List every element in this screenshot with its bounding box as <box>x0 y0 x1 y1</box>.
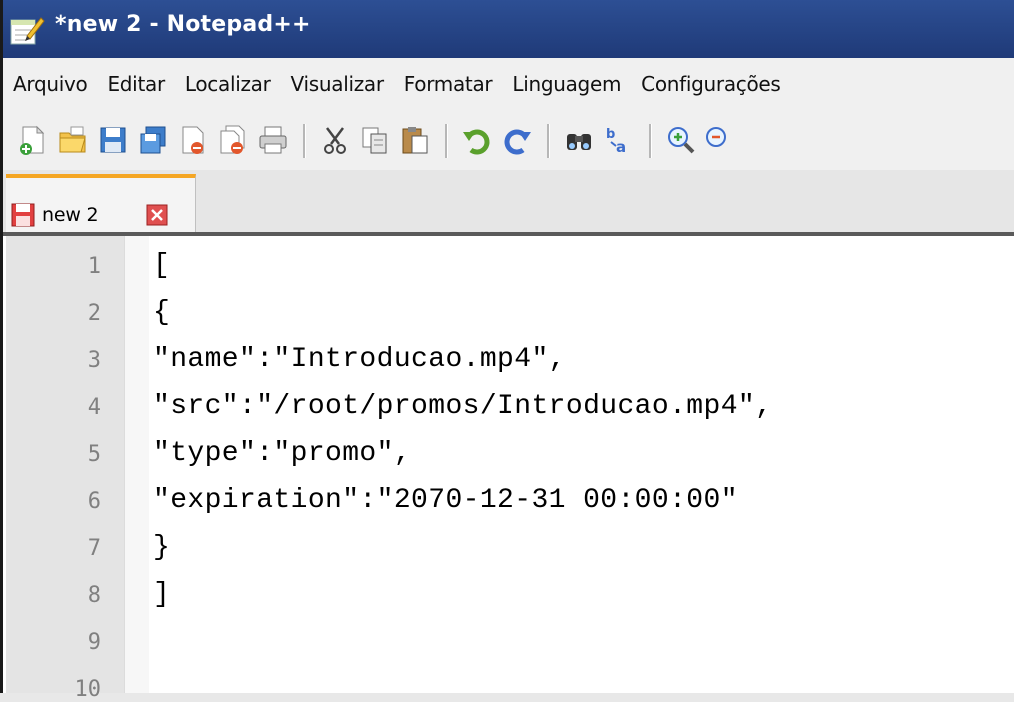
menu-formatar[interactable]: Formatar <box>394 72 503 96</box>
fold-margin[interactable] <box>124 236 149 693</box>
svg-text:a: a <box>616 138 626 156</box>
line-number: 9 <box>87 630 101 655</box>
zoom-in-icon[interactable] <box>665 124 697 156</box>
line-number: 4 <box>87 395 101 420</box>
tab-bar: new 2 <box>0 170 1014 236</box>
toolbar-separator <box>649 124 652 158</box>
line-number-gutter: 1 2 3 4 5 6 7 8 9 10 <box>6 236 124 702</box>
menu-editar[interactable]: Editar <box>97 72 174 96</box>
code-line[interactable]: ] <box>153 579 170 610</box>
line-number: 10 <box>74 677 102 702</box>
zoom-out-icon[interactable] <box>703 124 735 156</box>
tab-label: new 2 <box>42 204 99 226</box>
close-icon[interactable] <box>177 124 209 156</box>
redo-icon[interactable] <box>501 124 533 156</box>
code-line[interactable]: "expiration":"2070-12-31 00:00:00" <box>153 485 738 516</box>
code-line[interactable]: "src":"/root/promos/Introducao.mp4", <box>153 391 772 422</box>
line-number: 5 <box>87 442 101 467</box>
title-bar[interactable]: *new 2 - Notepad++ <box>0 0 1014 58</box>
line-number: 3 <box>87 348 101 373</box>
new-file-icon[interactable] <box>17 124 49 156</box>
close-all-icon[interactable] <box>217 124 249 156</box>
save-icon[interactable] <box>97 124 129 156</box>
paste-icon[interactable] <box>399 124 431 156</box>
toolbar: b a <box>0 110 1014 170</box>
copy-icon[interactable] <box>359 124 391 156</box>
tab-close-icon[interactable] <box>146 204 168 226</box>
find-icon[interactable] <box>563 124 595 156</box>
code-line[interactable]: } <box>153 532 170 563</box>
save-all-icon[interactable] <box>137 124 169 156</box>
line-number: 6 <box>87 489 101 514</box>
undo-icon[interactable] <box>461 124 493 156</box>
line-number: 1 <box>87 254 101 279</box>
editor[interactable]: 1 2 3 4 5 6 7 8 9 10 [ { "name":"Introdu… <box>0 236 1014 702</box>
window-title: *new 2 - Notepad++ <box>55 12 311 37</box>
menu-localizar[interactable]: Localizar <box>175 72 281 96</box>
menu-visualizar[interactable]: Visualizar <box>281 72 394 96</box>
unsaved-file-icon <box>11 203 35 227</box>
menu-arquivo[interactable]: Arquivo <box>3 72 97 96</box>
replace-icon[interactable]: b a <box>603 124 635 156</box>
menu-linguagem[interactable]: Linguagem <box>502 72 631 96</box>
toolbar-separator <box>445 124 448 158</box>
tab-new-2[interactable]: new 2 <box>6 174 196 232</box>
svg-text:b: b <box>606 127 615 142</box>
code-line[interactable]: "type":"promo", <box>153 438 411 469</box>
code-line[interactable]: [ <box>153 250 170 281</box>
line-number: 7 <box>87 536 101 561</box>
code-line[interactable]: "name":"Introducao.mp4", <box>153 344 566 375</box>
cut-icon[interactable] <box>319 124 351 156</box>
open-file-icon[interactable] <box>57 124 89 156</box>
menu-bar: Arquivo Editar Localizar Visualizar Form… <box>0 58 1014 110</box>
notepad-plus-plus-icon <box>10 17 45 45</box>
code-line[interactable]: { <box>153 297 170 328</box>
toolbar-separator <box>303 124 306 158</box>
line-number: 8 <box>87 583 101 608</box>
menu-configuracoes[interactable]: Configurações <box>631 72 790 96</box>
line-number: 2 <box>87 301 101 326</box>
toolbar-separator <box>547 124 550 158</box>
print-icon[interactable] <box>257 124 289 156</box>
